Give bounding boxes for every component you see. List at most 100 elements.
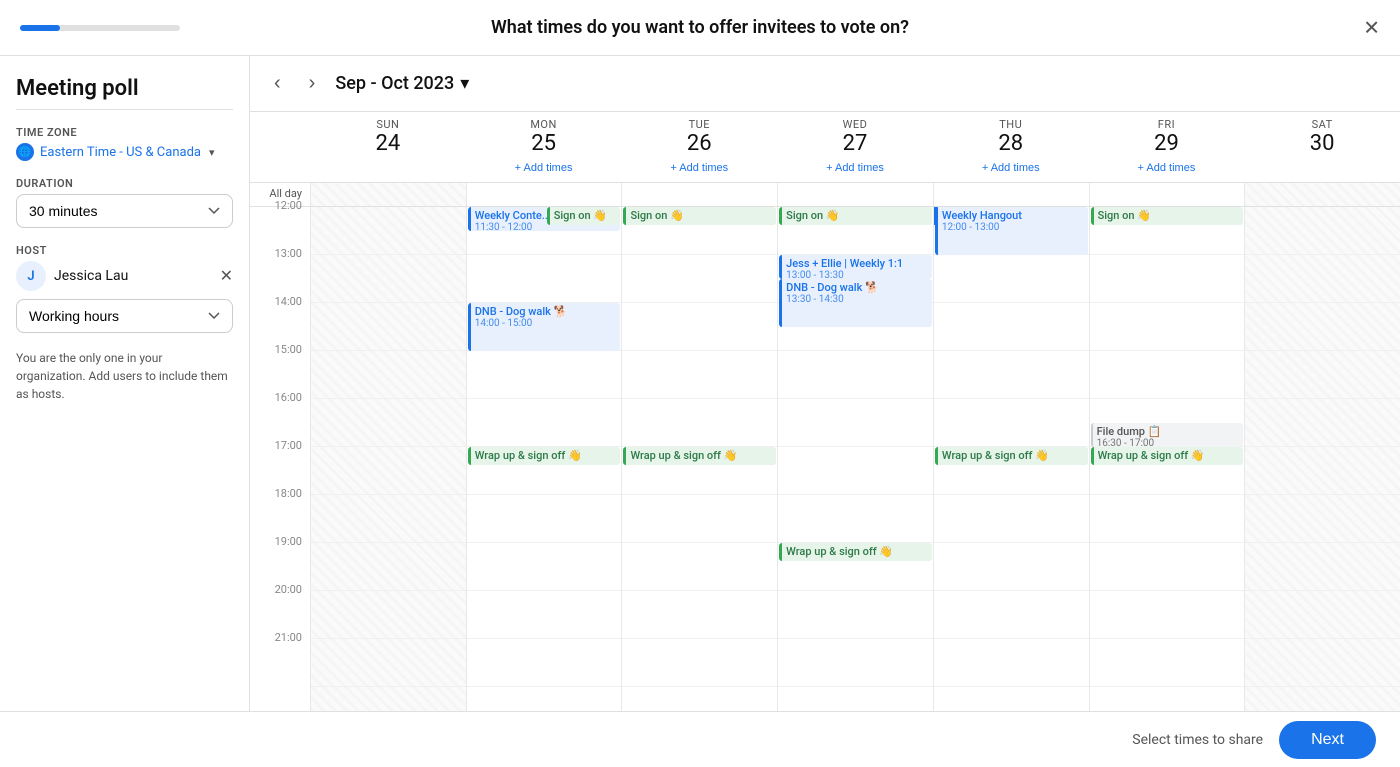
day-num-thu: 28 (933, 131, 1089, 156)
day-num-wed: 27 (777, 131, 933, 156)
duration-section: Duration 30 minutes (16, 177, 233, 228)
event-jess-ellie[interactable]: Jess + Ellie | Weekly 1:1 13:00 - 13:30 (779, 255, 932, 279)
add-times-fri[interactable]: + Add times (1138, 160, 1196, 176)
time-col: 12:00 13:00 14:00 15:00 16:00 17:00 18:0… (250, 207, 310, 711)
host-row: J Jessica Lau ✕ (16, 261, 233, 291)
time-2100: 21:00 (250, 631, 310, 679)
month-dropdown-icon: ▾ (460, 73, 469, 94)
day-name-sat: SAT (1244, 118, 1400, 131)
next-button[interactable]: Next (1279, 721, 1376, 759)
event-weekly-hangout[interactable]: Weekly Hangout 12:00 - 13:00 (935, 207, 1088, 255)
event-sign-on-mon[interactable]: Sign on 👋 (547, 207, 621, 225)
host-remove-button[interactable]: ✕ (220, 266, 233, 286)
time-1800: 18:00 (250, 487, 310, 535)
col-wed: Sign on 👋 Jess + Ellie | Weekly 1:1 13:0… (777, 207, 933, 711)
close-button[interactable]: ✕ (1363, 15, 1380, 40)
all-day-thu (933, 183, 1089, 206)
time-grid: 12:00 13:00 14:00 15:00 16:00 17:00 18:0… (250, 207, 1400, 711)
progress-bar-wrap (20, 25, 180, 31)
day-col-thu: THU 28 + Add times (933, 112, 1089, 182)
day-num-sat: 30 (1244, 131, 1400, 156)
day-name-mon: MON (466, 118, 622, 131)
page-title: What times do you want to offer invitees… (491, 17, 909, 38)
event-wrapup-fri[interactable]: Wrap up & sign off 👋 (1091, 447, 1244, 465)
duration-select[interactable]: 30 minutes (16, 194, 233, 228)
month-label[interactable]: Sep - Oct 2023 ▾ (335, 73, 469, 94)
top-bar: What times do you want to offer invitees… (0, 0, 1400, 56)
host-label: Host (16, 244, 233, 257)
event-wrapup-wed[interactable]: Wrap up & sign off 👋 (779, 543, 932, 561)
timezone-dropdown-arrow: ▾ (209, 146, 215, 159)
timezone-value: Eastern Time - US & Canada (40, 145, 201, 160)
time-1600: 16:00 (250, 391, 310, 439)
day-headers: SUN 24 MON 25 + Add times TUE 26 + Add t… (250, 112, 1400, 183)
progress-bar-fill (20, 25, 60, 31)
days-grid: Weekly Conte... 11:30 - 12:00 Sign on 👋 … (310, 207, 1400, 711)
add-times-tue[interactable]: + Add times (670, 160, 728, 176)
calendar-header: ‹ › Sep - Oct 2023 ▾ (250, 56, 1400, 112)
col-thu: Sign on 👋 Weekly Hangout 12:00 - 13:00 W… (933, 207, 1089, 711)
time-1200: 12:00 (250, 199, 310, 247)
day-name-wed: WED (777, 118, 933, 131)
day-name-thu: THU (933, 118, 1089, 131)
all-day-sun (310, 183, 466, 206)
duration-label: Duration (16, 177, 233, 190)
event-dnb-wed[interactable]: DNB - Dog walk 🐕 13:30 - 14:30 (779, 279, 932, 327)
event-dnb-mon[interactable]: DNB - Dog walk 🐕 14:00 - 15:00 (468, 303, 621, 351)
event-sign-on-fri[interactable]: Sign on 👋 (1091, 207, 1244, 225)
time-1700: 17:00 (250, 439, 310, 487)
day-num-mon: 25 (466, 131, 622, 156)
all-day-sat (1244, 183, 1400, 206)
day-name-tue: TUE (621, 118, 777, 131)
add-times-mon[interactable]: + Add times (515, 160, 573, 176)
day-name-fri: FRI (1089, 118, 1245, 131)
main-layout: Meeting poll TIME ZONE 🌐 Eastern Time - … (0, 56, 1400, 711)
add-times-thu[interactable]: + Add times (982, 160, 1040, 176)
day-name-sun: SUN (310, 118, 466, 131)
col-fri: Sign on 👋 File dump 📋 16:30 - 17:00 Wrap… (1089, 207, 1245, 711)
sidebar: Meeting poll TIME ZONE 🌐 Eastern Time - … (0, 56, 250, 711)
event-wrapup-mon[interactable]: Wrap up & sign off 👋 (468, 447, 621, 465)
event-sign-on-wed[interactable]: Sign on 👋 (779, 207, 932, 225)
time-1300: 13:00 (250, 247, 310, 295)
prev-button[interactable]: ‹ (266, 68, 289, 99)
host-section: Host J Jessica Lau ✕ Working hours (16, 244, 233, 333)
globe-icon: 🌐 (16, 143, 34, 161)
day-col-tue: TUE 26 + Add times (621, 112, 777, 182)
all-day-row: All day (250, 183, 1400, 207)
time-gutter-head (250, 112, 310, 182)
col-sat (1244, 207, 1400, 711)
all-day-cells (310, 183, 1400, 206)
event-sign-on-tue[interactable]: Sign on 👋 (623, 207, 776, 225)
add-times-wed[interactable]: + Add times (826, 160, 884, 176)
avatar: J (16, 261, 46, 291)
day-col-wed: WED 27 + Add times (777, 112, 933, 182)
day-col-fri: FRI 29 + Add times (1089, 112, 1245, 182)
calendar-grid: All day 12:00 13:00 14:00 15:00 (250, 183, 1400, 711)
event-wrapup-tue[interactable]: Wrap up & sign off 👋 (623, 447, 776, 465)
day-num-fri: 29 (1089, 131, 1245, 156)
time-1400: 14:00 (250, 295, 310, 343)
host-name: Jessica Lau (54, 268, 212, 284)
all-day-mon (466, 183, 622, 206)
day-col-sun: SUN 24 (310, 112, 466, 182)
timezone-row[interactable]: 🌐 Eastern Time - US & Canada ▾ (16, 143, 233, 161)
timezone-section-label: TIME ZONE (16, 126, 233, 139)
day-num-tue: 26 (621, 131, 777, 156)
sidebar-title: Meeting poll (16, 76, 233, 110)
all-day-wed (777, 183, 933, 206)
org-note: You are the only one in your organizatio… (16, 349, 233, 403)
col-tue: Sign on 👋 Wrap up & sign off 👋 (621, 207, 777, 711)
bottom-bar: Select times to share Next (0, 711, 1400, 767)
col-sun (310, 207, 466, 711)
working-hours-select[interactable]: Working hours (16, 299, 233, 333)
day-col-sat: SAT 30 (1244, 112, 1400, 182)
next-nav-button[interactable]: › (301, 68, 324, 99)
timezone-section: TIME ZONE 🌐 Eastern Time - US & Canada ▾ (16, 126, 233, 161)
all-day-tue (621, 183, 777, 206)
time-2000: 20:00 (250, 583, 310, 631)
time-1500: 15:00 (250, 343, 310, 391)
time-1900: 19:00 (250, 535, 310, 583)
event-wrapup-thu[interactable]: Wrap up & sign off 👋 (935, 447, 1088, 465)
event-file-dump[interactable]: File dump 📋 16:30 - 17:00 (1091, 423, 1244, 447)
